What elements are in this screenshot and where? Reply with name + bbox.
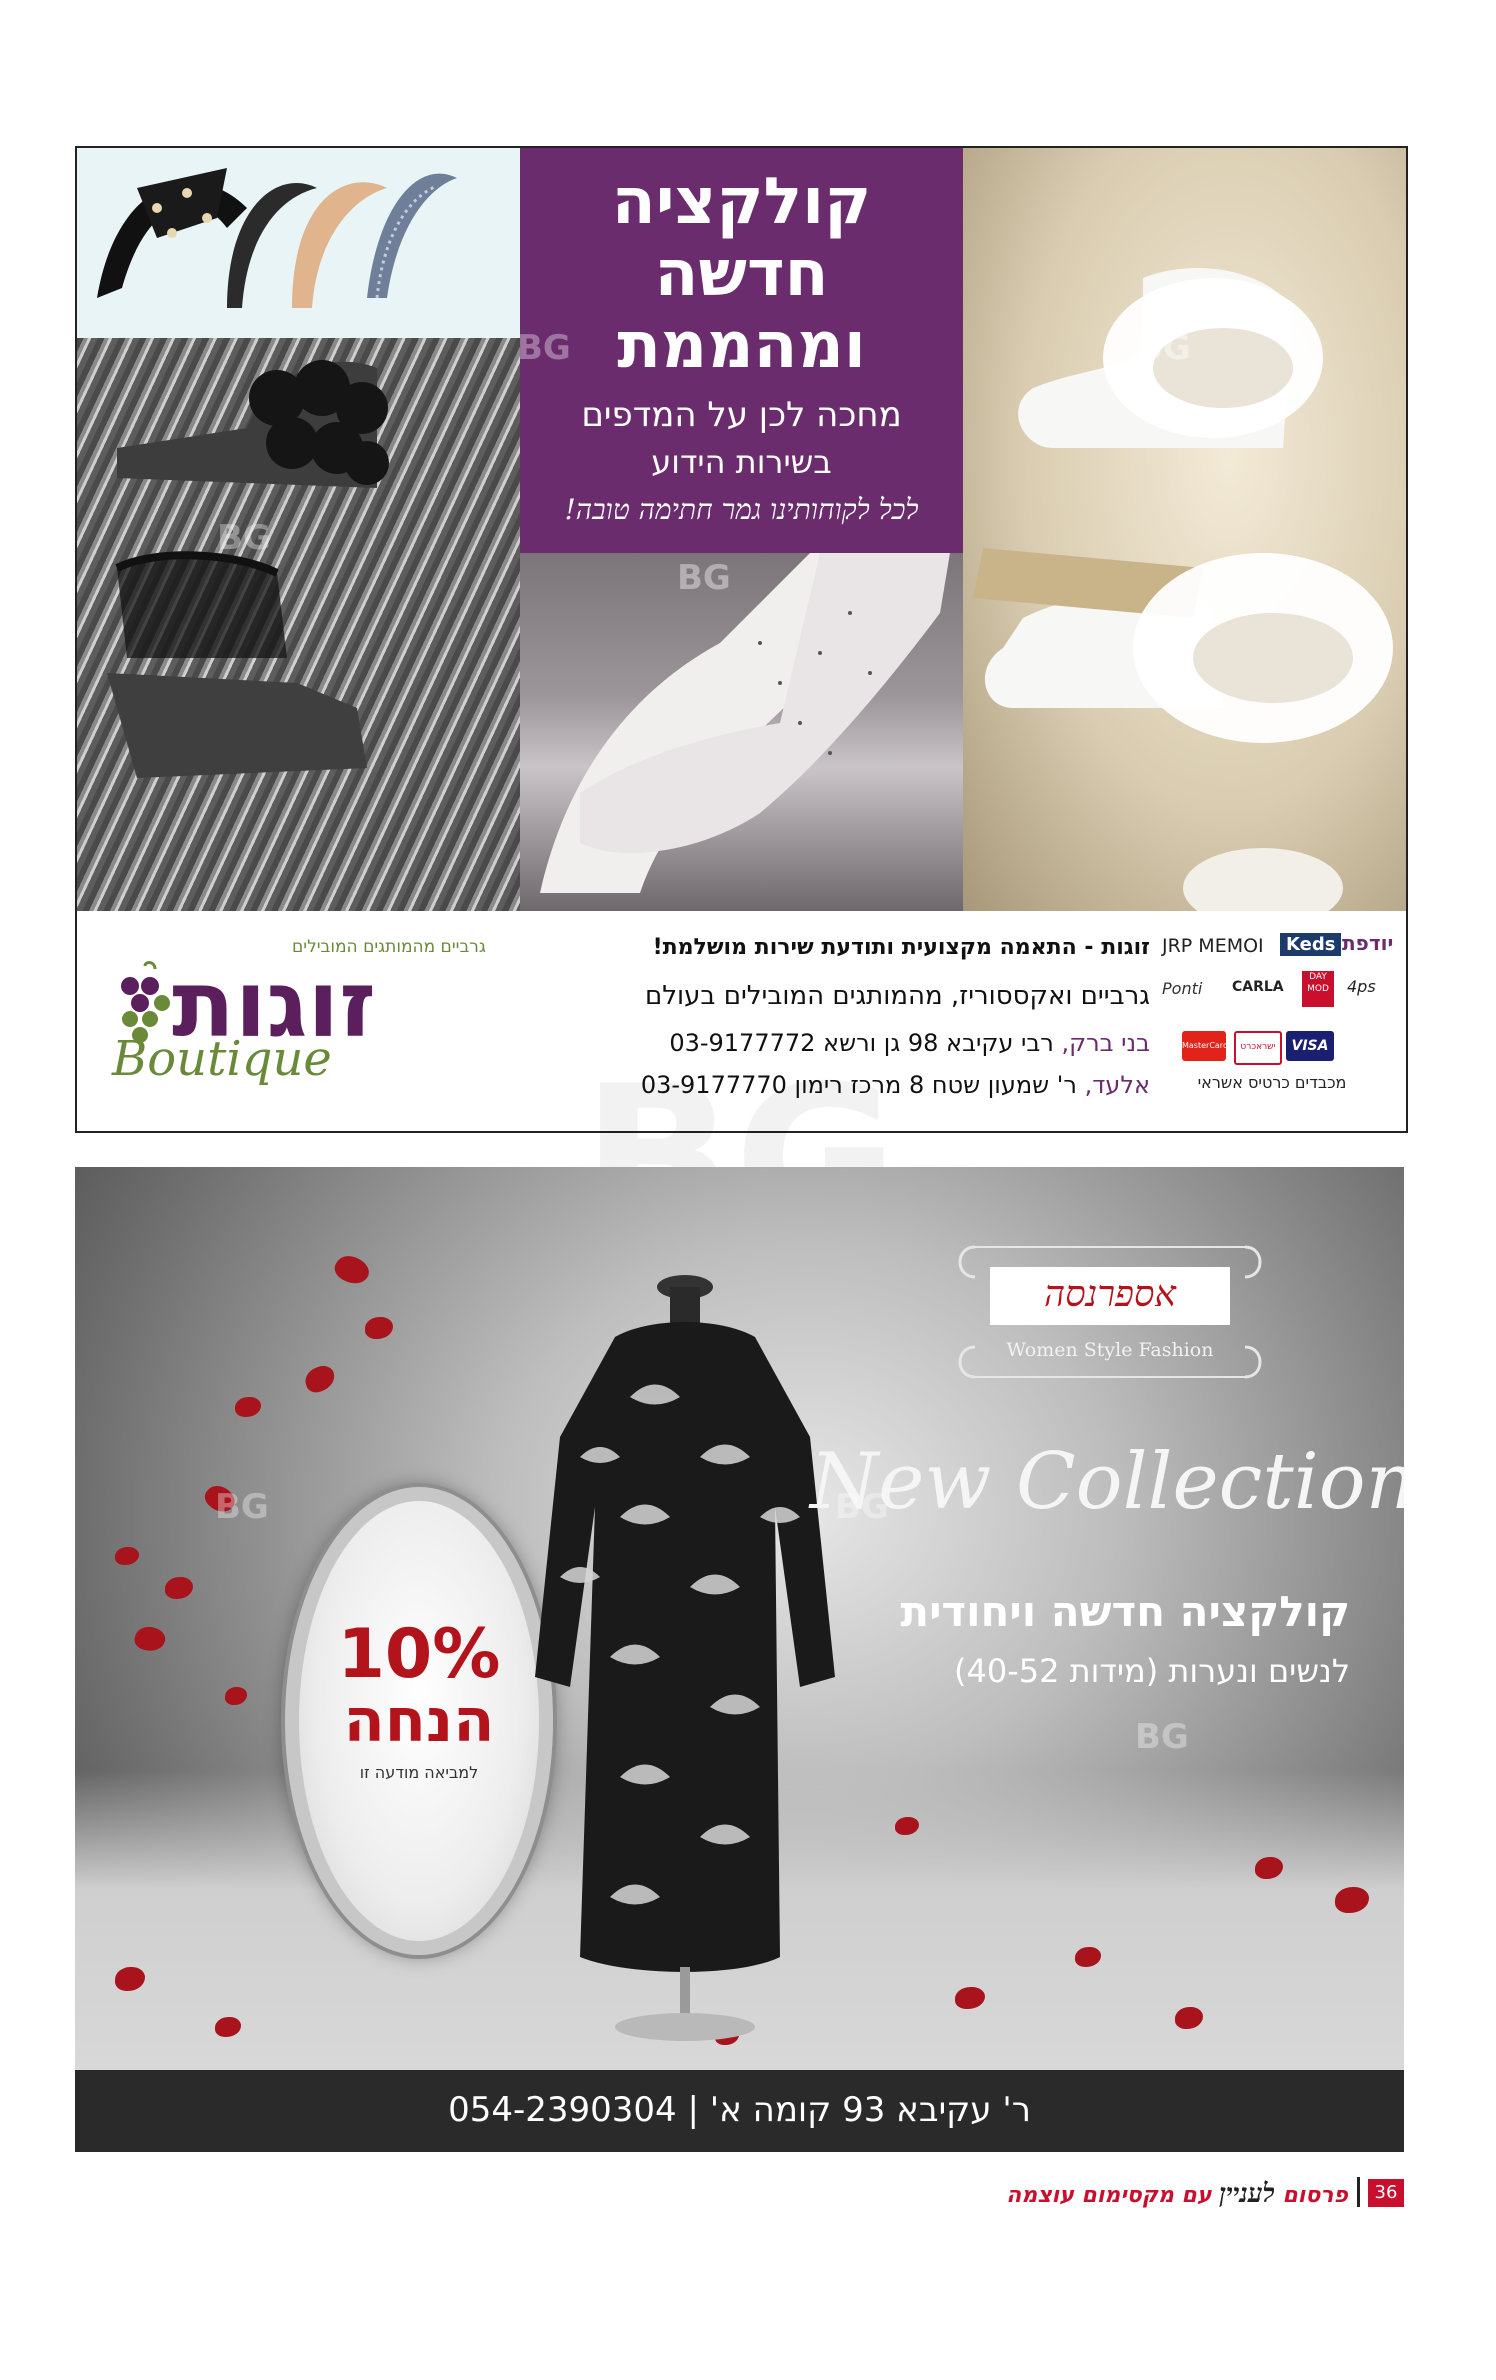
page-number: 36 [1368,2179,1404,2207]
page-footer: 36 פרסום לעניין עם מקסימום עוצמה [75,2175,1404,2215]
discount-note: למביאה מודעה זו [359,1763,479,1782]
footer-prefix: פרסום [1282,2183,1348,2208]
brand-logo: יודפת [1342,931,1394,955]
watermark: BG [1135,1717,1189,1757]
watermark: BG [517,328,571,368]
logo-script: Boutique [112,1031,332,1087]
branch-city: בני ברק, [1061,1029,1150,1057]
boots-photo [77,338,520,911]
brand-logo: Keds [1280,933,1342,956]
headline-line-3: ומהממת [617,309,866,383]
subline-1: מחכה לכן על המדפים [581,395,902,435]
headline-line-2: חדשה [654,237,829,311]
mastercard-logo: MasterCard [1182,1031,1228,1061]
mirror: 10% הנחה למביאה מודעה זו [285,1487,553,1955]
script-title: New Collection [810,1437,1404,1527]
esperanza-advertisement: 10% הנחה למביאה מודעה זו אספרנסה Women S… [75,1167,1404,2152]
description: גרביים ואקססוריז, מהמותגים המובילים בעול… [645,981,1150,1011]
cards-caption: מכבדים כרטיס אשראי [1197,1073,1347,1092]
discount-value: 10% [337,1615,501,1694]
brand-logo: 4ps [1347,977,1376,996]
rose-petal [330,1250,374,1290]
address-bar: ר' עקיבא 93 קומה א' | 054-2390304 [75,2070,1404,2152]
headline-panel: קולקציה חדשה ומהממת מחכה לכן על המדפים ב… [520,148,963,553]
rose-petal [235,1397,261,1417]
rose-petal [165,1577,193,1599]
address-phone: ר' עקיבא 93 קומה א' | 054-2390304 [448,2090,1031,2130]
watermark: BG [1137,328,1191,368]
watermark: BG [677,558,731,598]
subline: לנשים ונערות (מידות 40-52) [953,1652,1350,1690]
footer-brand: לעניין [1219,2179,1275,2209]
rose-petal [115,1547,139,1565]
esperanza-logo: אספרנסה Women Style Fashion [945,1227,1275,1387]
rose-petal [365,1317,393,1339]
visa-logo: VISA [1286,1031,1334,1061]
brand-name: אספרנסה [1044,1274,1176,1315]
isracard-logo: ישראכרט [1234,1031,1282,1065]
rose-petal [225,1687,247,1705]
dress-on-mannequin [535,1275,835,2041]
footer-suffix: עם מקסימום עוצמה [1006,2183,1212,2208]
watermark: BG [215,1487,269,1527]
headline: קולקציה חדשה ויחודית [900,1587,1350,1636]
greeting: לכל לקוחותינו גמר חתימה טובה! [564,493,919,526]
tights-photo [520,553,963,911]
watermark: BG [835,1487,889,1527]
subline-2: בשירות הידוע [651,443,832,481]
rose-petal [301,1362,339,1396]
zugot-advertisement: קולקציה חדשה ומהממת מחכה לכן על המדפים ב… [75,146,1408,1133]
branch-city: אלעד, [1084,1071,1150,1099]
headline-line-1: קולקציה [611,165,872,239]
headbands-photo [77,148,520,338]
brand-logo: JRP MEMOI [1162,935,1264,957]
socks-photo [963,148,1406,911]
footer-slogan: פרסום לעניין עם מקסימום עוצמה [1006,2179,1348,2209]
rose-petal [132,1623,168,1655]
footer-divider [1357,2177,1360,2207]
tagline: זוגות - התאמה מקצועית ותודעת שירות מושלמ… [652,935,1150,960]
brand-logos: JRP MEMOI Keds יודפת Ponti CARLA DAY MOD… [1162,931,1402,1111]
discount-word: הנחה [343,1686,495,1756]
watermark: BG [217,518,271,558]
brand-subtitle: Women Style Fashion [1006,1339,1214,1361]
brand-logo: DAY MOD [1302,971,1334,1007]
brand-logo: Ponti [1162,979,1203,998]
brand-logo: CARLA [1232,979,1284,995]
